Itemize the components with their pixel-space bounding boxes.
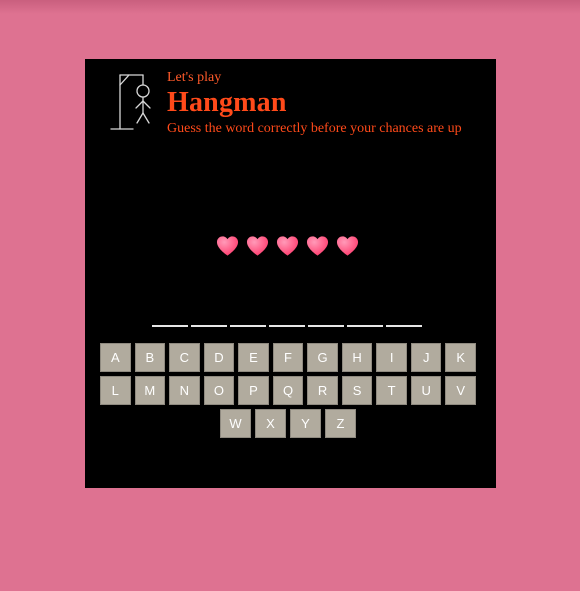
heart-icon <box>246 236 269 256</box>
top-shadow <box>0 0 580 14</box>
letter-slot <box>230 316 266 327</box>
letter-button-l[interactable]: L <box>100 376 131 405</box>
letter-button-c[interactable]: C <box>169 343 200 372</box>
page-title: Hangman <box>167 87 287 118</box>
letter-button-t[interactable]: T <box>376 376 407 405</box>
letter-slot <box>152 316 188 327</box>
heart-icon <box>306 236 329 256</box>
letter-slot <box>308 316 344 327</box>
letter-slot <box>269 316 305 327</box>
letter-button-g[interactable]: G <box>307 343 338 372</box>
letter-button-e[interactable]: E <box>238 343 269 372</box>
letter-button-m[interactable]: M <box>134 376 166 405</box>
letter-button-s[interactable]: S <box>341 376 373 405</box>
letter-button-j[interactable]: J <box>410 343 442 372</box>
letter-button-n[interactable]: N <box>169 376 200 405</box>
letter-slot <box>191 316 227 327</box>
keyboard-row: WXYZ <box>100 409 476 438</box>
letter-button-u[interactable]: U <box>410 376 442 405</box>
letter-button-v[interactable]: V <box>445 376 477 405</box>
letter-button-p[interactable]: P <box>238 376 269 405</box>
lives-indicator <box>216 235 359 257</box>
letter-button-b[interactable]: B <box>134 343 166 372</box>
letter-button-z[interactable]: Z <box>325 409 356 438</box>
letter-keyboard: ABCDEFGHIJK LMNOPQRSTUV WXYZ <box>100 343 477 442</box>
game-card: Let's play Hangman Guess the word correc… <box>85 59 496 488</box>
letter-button-h[interactable]: H <box>341 343 373 372</box>
letter-button-w[interactable]: W <box>220 409 251 438</box>
page-subtitle: Guess the word correctly before your cha… <box>167 121 462 136</box>
heart-icon <box>216 236 239 256</box>
letter-button-a[interactable]: A <box>100 343 131 372</box>
letter-slot <box>386 316 422 327</box>
pre-title: Let's play <box>167 70 222 85</box>
word-slots <box>152 316 422 327</box>
letter-slot <box>347 316 383 327</box>
letter-button-q[interactable]: Q <box>272 376 304 405</box>
letter-button-x[interactable]: X <box>255 409 286 438</box>
letter-button-o[interactable]: O <box>203 376 235 405</box>
heart-icon <box>276 236 299 256</box>
heart-icon <box>336 236 359 256</box>
letter-button-k[interactable]: K <box>445 343 477 372</box>
letter-button-f[interactable]: F <box>272 343 304 372</box>
hangman-gallows-icon <box>110 74 151 130</box>
letter-button-y[interactable]: Y <box>290 409 321 438</box>
keyboard-row: LMNOPQRSTUV <box>100 376 477 405</box>
letter-button-d[interactable]: D <box>203 343 235 372</box>
letter-button-i[interactable]: I <box>376 343 407 372</box>
letter-button-r[interactable]: R <box>307 376 338 405</box>
keyboard-row: ABCDEFGHIJK <box>100 343 477 372</box>
